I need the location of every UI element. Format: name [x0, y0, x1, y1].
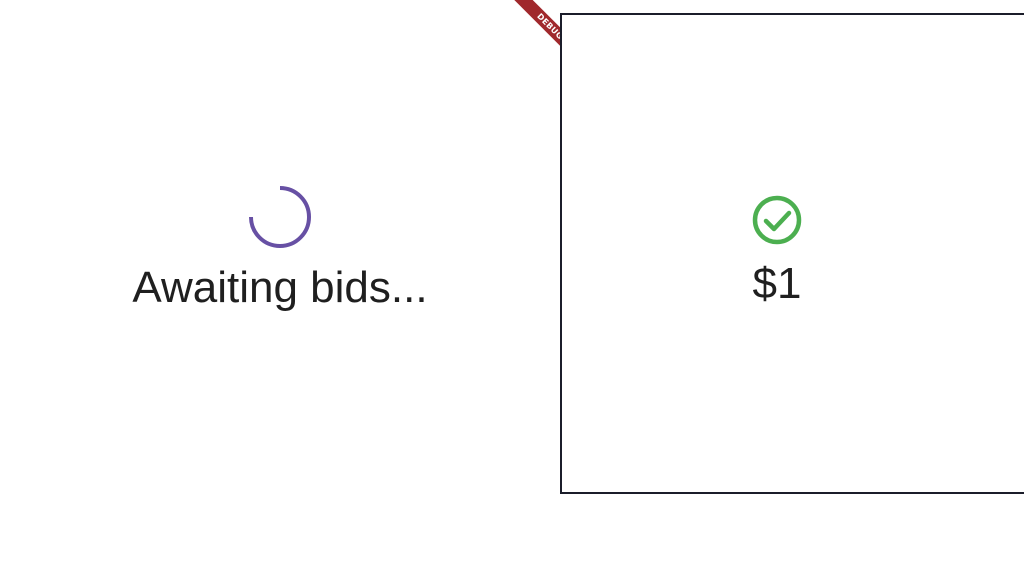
- winning-bid-price: $1: [752, 259, 802, 308]
- awaiting-bids-content: Awaiting bids...: [0, 184, 560, 314]
- awaiting-bids-panel: Awaiting bids... DEBUG: [0, 0, 560, 574]
- awaiting-bids-text: Awaiting bids...: [132, 263, 428, 312]
- winning-bid-panel: $1 DEBUG: [560, 13, 1024, 494]
- debug-banner: DEBUG: [502, 0, 560, 74]
- loading-spinner-icon: [249, 186, 311, 248]
- winning-bid-content: $1: [562, 194, 992, 310]
- check-circle-icon: [752, 195, 802, 245]
